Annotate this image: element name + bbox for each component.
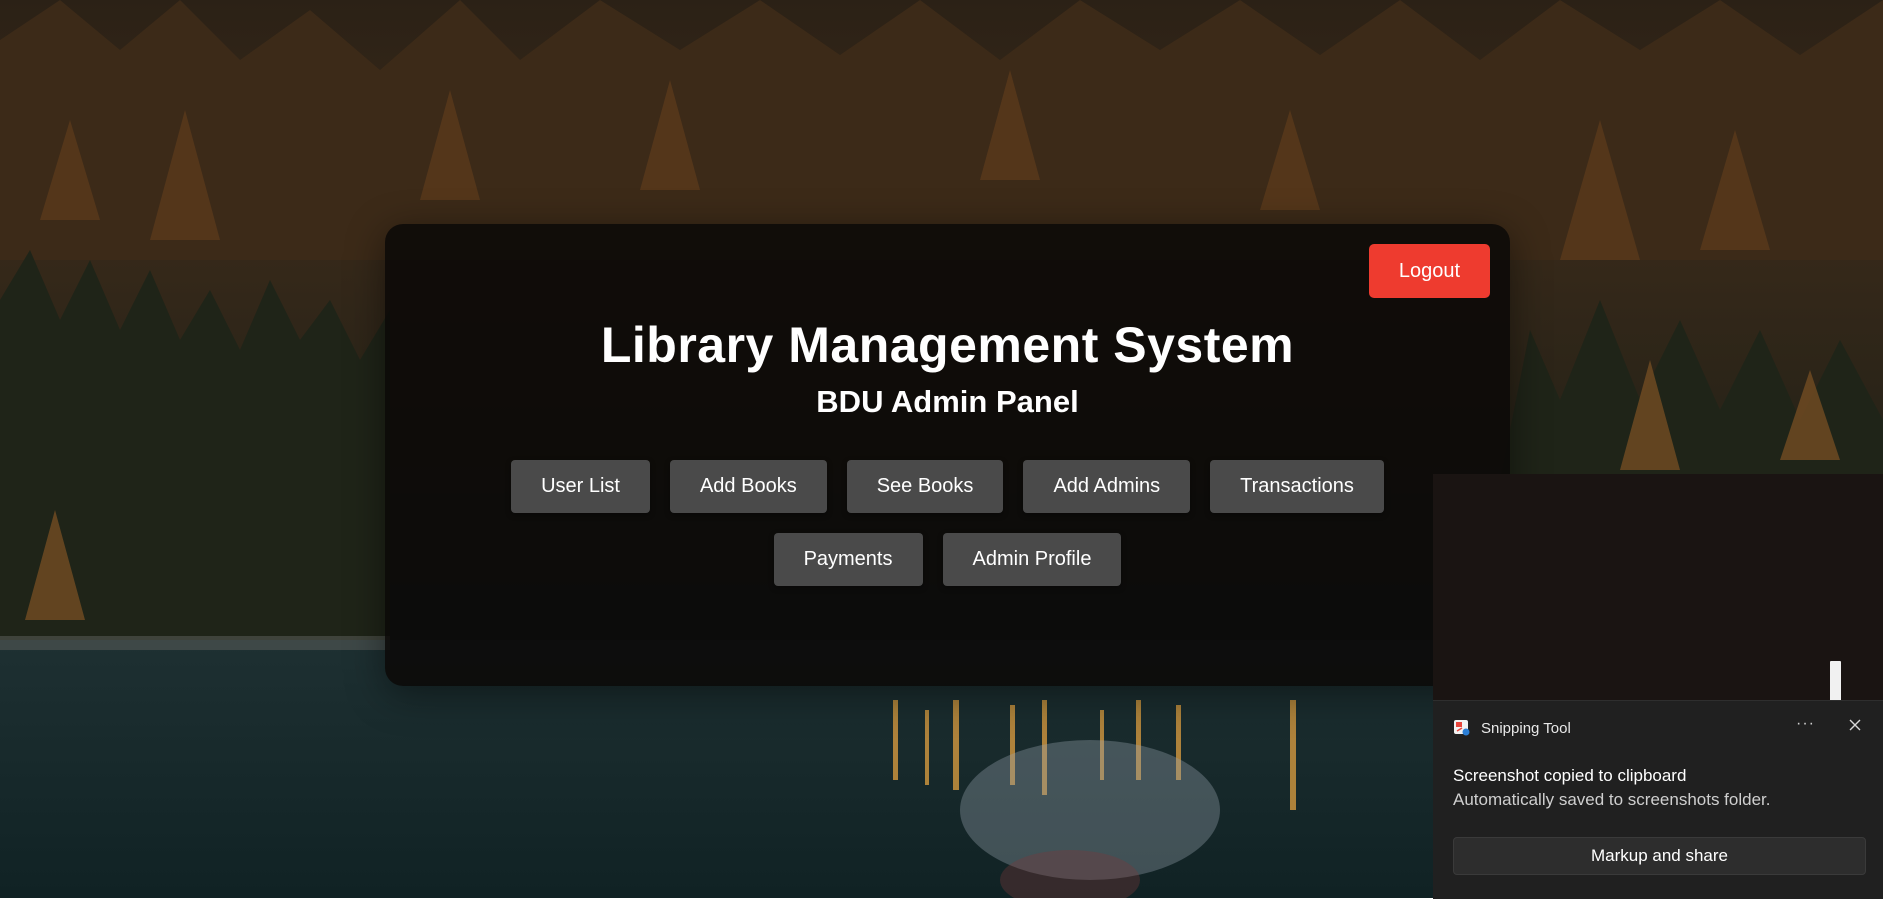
see-books-button[interactable]: See Books [846, 460, 1004, 513]
add-admins-button[interactable]: Add Admins [1023, 460, 1191, 513]
markup-and-share-button[interactable]: Markup and share [1453, 837, 1866, 875]
admin-profile-button[interactable]: Admin Profile [942, 533, 1122, 586]
user-list-button[interactable]: User List [511, 460, 650, 513]
notification-body: Automatically saved to screenshots folde… [1453, 790, 1771, 809]
logout-button[interactable]: Logout [1369, 244, 1490, 298]
text-cursor-mark [1830, 661, 1841, 701]
payments-button[interactable]: Payments [773, 533, 923, 586]
snipping-tool-icon [1453, 719, 1471, 737]
page-title: Library Management System [600, 317, 1295, 373]
nav-row-secondary: Payments Admin Profile [385, 533, 1510, 586]
transactions-button[interactable]: Transactions [1210, 460, 1384, 513]
admin-panel-card: Logout Library Management System BDU Adm… [385, 224, 1510, 686]
more-options-icon[interactable]: ··· [1796, 715, 1815, 733]
notification-title: Screenshot copied to clipboard [1453, 766, 1687, 785]
snipping-tool-notification[interactable]: Snipping Tool ··· Screenshot copied to c… [1433, 700, 1883, 899]
screenshot-preview-thumbnail[interactable] [1433, 474, 1883, 701]
close-icon[interactable] [1847, 717, 1863, 733]
nav-row-primary: User List Add Books See Books Add Admins… [385, 460, 1510, 513]
page-subtitle: BDU Admin Panel [816, 384, 1079, 419]
notification-app-name: Snipping Tool [1481, 719, 1571, 737]
add-books-button[interactable]: Add Books [669, 460, 827, 513]
notification-header: Snipping Tool [1453, 719, 1571, 737]
